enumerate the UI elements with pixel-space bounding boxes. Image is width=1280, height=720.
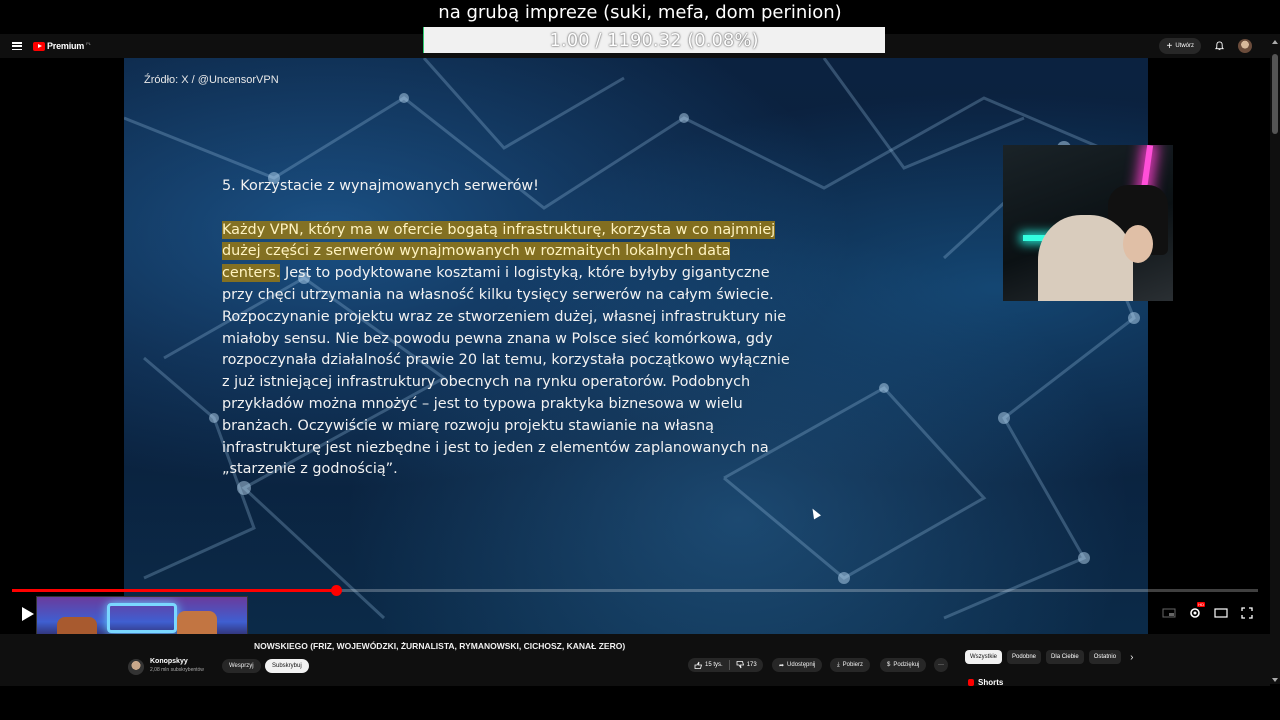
miniplayer-icon[interactable]	[1162, 606, 1176, 620]
preview-person-left	[57, 617, 97, 634]
bottom-black-strip	[0, 686, 1280, 720]
dislike-button[interactable]: 173	[730, 661, 763, 669]
chip-all[interactable]: Wszystkie	[965, 650, 1002, 664]
header-actions: + Utwórz	[1159, 38, 1252, 54]
create-button-label: Utwórz	[1175, 43, 1194, 49]
video-info-section: NOWSKIEGO (FRIZ, WOJEWÓDZKI, ŻURNALISTA,…	[0, 634, 1270, 687]
thumbs-down-icon	[736, 661, 744, 669]
share-button[interactable]: ➦ Udostępnij	[772, 658, 823, 672]
preview-person-right	[177, 611, 217, 634]
account-avatar[interactable]	[1238, 39, 1252, 53]
thanks-button-label: Podziękuj	[893, 662, 920, 668]
preview-neon-sign	[107, 603, 177, 633]
hd-badge: HD	[1197, 602, 1205, 607]
channel-subscriber-count: 2,08 mln subskrybentów	[150, 667, 204, 673]
youtube-logo-text: Premium	[47, 41, 85, 51]
scrollbar-thumb[interactable]	[1272, 54, 1278, 134]
youtube-logo-region: PL	[86, 40, 92, 46]
slide-text-block: 5. Korzystacie z wynajmowanych serwerów!…	[222, 176, 792, 481]
create-button[interactable]: + Utwórz	[1159, 38, 1201, 54]
like-count: 15 tys.	[705, 662, 723, 668]
hamburger-menu-icon[interactable]	[12, 42, 22, 50]
bell-icon[interactable]	[1215, 41, 1224, 51]
support-button[interactable]: Wesprzyj	[222, 659, 261, 673]
play-icon[interactable]	[21, 606, 35, 622]
fullscreen-icon[interactable]	[1240, 606, 1254, 620]
subscribe-button-label: Subskrybuj	[272, 663, 302, 669]
plus-icon: +	[1166, 40, 1173, 52]
seek-preview-thumbnail	[36, 596, 248, 634]
chevron-right-icon[interactable]: ›	[1130, 652, 1133, 663]
stream-progress-text: 1.00 / 1190.32 (0.08%)	[549, 29, 759, 51]
more-icon: ···	[938, 662, 944, 668]
youtube-play-logo-icon	[33, 41, 45, 51]
related-filter-chips: Wszystkie Podobne Dla Ciebie Ostatnio ›	[965, 650, 1133, 664]
subscribe-button[interactable]: Subskrybuj	[265, 659, 309, 673]
download-button[interactable]: ⤓ Pobierz	[830, 658, 870, 672]
like-button[interactable]: 15 tys.	[688, 661, 729, 669]
download-icon: ⤓	[837, 661, 840, 668]
chip-recent[interactable]: Ostatnio	[1088, 650, 1122, 664]
webcam-overlay	[1003, 145, 1173, 301]
thumbs-up-icon	[694, 661, 702, 669]
source-label: Źródło: X / @UncensorVPN	[144, 74, 279, 86]
paragraph-1-rest: Jest to podyktowane kosztami i logistyką…	[222, 265, 774, 303]
video-progress-bar[interactable]	[12, 585, 1258, 596]
stream-progress-bar: 1.00 / 1190.32 (0.08%)	[423, 27, 885, 53]
theater-mode-icon[interactable]	[1214, 606, 1228, 620]
webcam-streamer-head	[1123, 225, 1153, 263]
player-right-controls: HD	[1162, 602, 1254, 620]
page-scrollbar[interactable]	[1270, 34, 1280, 684]
video-title: NOWSKIEGO (FRIZ, WOJEWÓDZKI, ŻURNALISTA,…	[254, 641, 626, 651]
slide-paragraph-1: Każdy VPN, który ma w ofercie bogatą inf…	[222, 220, 792, 307]
thanks-icon: $	[887, 662, 891, 668]
video-player[interactable]: Źródło: X / @UncensorVPN 5. Korzystacie …	[0, 58, 1270, 634]
support-button-label: Wesprzyj	[229, 663, 254, 669]
webcam-streamer	[1038, 215, 1133, 301]
scroll-down-arrow-icon[interactable]	[1272, 678, 1278, 682]
thanks-button[interactable]: $ Podziękuj	[880, 658, 927, 672]
more-actions-button[interactable]: ···	[934, 658, 948, 672]
dislike-count: 173	[746, 662, 757, 668]
share-icon: ➦	[779, 662, 785, 669]
settings-gear-icon[interactable]: HD	[1188, 602, 1205, 620]
video-progress-scrubber[interactable]	[330, 585, 342, 596]
chip-for-you[interactable]: Dla Ciebie	[1046, 650, 1084, 664]
channel-avatar[interactable]	[128, 659, 144, 675]
slide-paragraph-2: Rozpoczynanie projektu wraz ze stworzeni…	[222, 308, 790, 478]
stream-overlay-title: na grubą impreze (suki, mefa, dom perini…	[438, 2, 842, 23]
download-button-label: Pobierz	[842, 662, 863, 668]
scroll-up-arrow-icon[interactable]	[1272, 40, 1278, 44]
slide-heading: 5. Korzystacie z wynajmowanych serwerów!	[222, 178, 539, 194]
like-dislike-group: 15 tys. 173	[688, 658, 763, 672]
video-progress-played	[12, 589, 336, 592]
chip-related[interactable]: Podobne	[1007, 650, 1042, 664]
channel-name[interactable]: Konopskyy	[150, 658, 188, 665]
shorts-icon	[968, 679, 974, 686]
youtube-logo[interactable]: Premium PL	[33, 41, 91, 51]
share-button-label: Udostępnij	[787, 662, 816, 668]
